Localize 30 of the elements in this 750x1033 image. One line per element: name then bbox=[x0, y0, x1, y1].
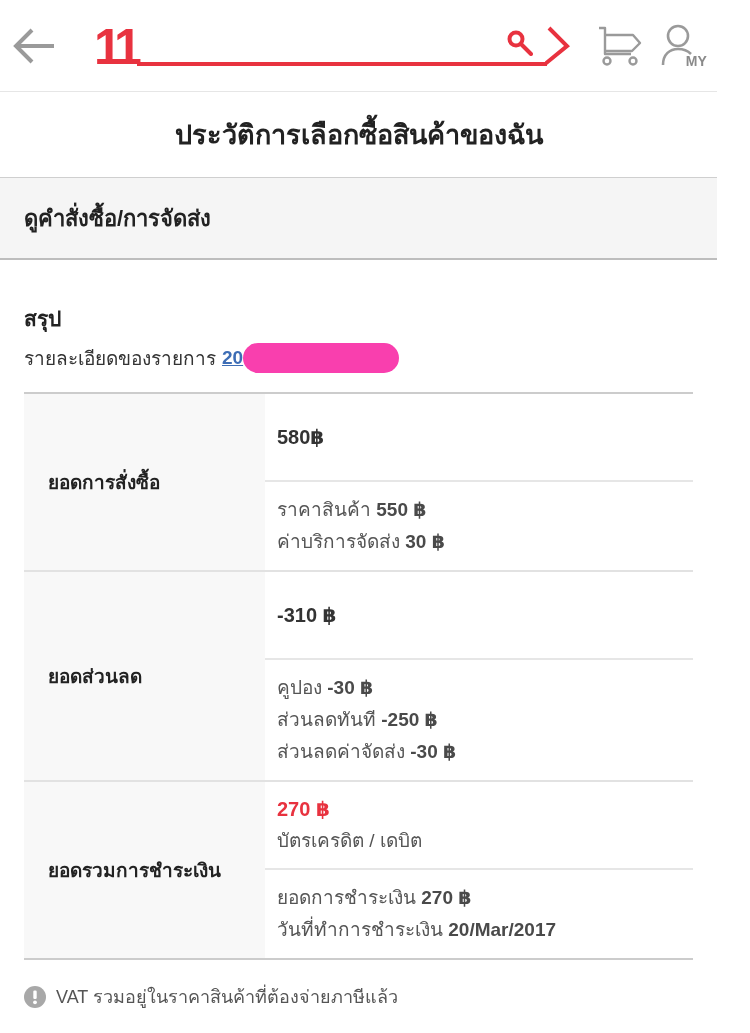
amount-text: -310 ฿ bbox=[277, 603, 338, 628]
row-label-cell: ยอดส่วนลด bbox=[24, 572, 265, 780]
detail-text: คูปอง -30 ฿ bbox=[277, 676, 375, 701]
cart-button[interactable] bbox=[596, 24, 643, 67]
page-title: ประวัติการเลือกซื้อสินค้าของฉัน bbox=[0, 92, 717, 177]
detail-text: วันที่ทำการชำระเงิน 20/Mar/2017 bbox=[277, 914, 693, 946]
summary-heading: สรุป bbox=[24, 306, 62, 334]
detail-text: ส่วนลดทันที -250 ฿ bbox=[277, 708, 439, 732]
logo-text[interactable]: 11 bbox=[94, 27, 137, 66]
section-heading: ดูคำสั่งซื้อ/การจัดส่ง bbox=[0, 177, 717, 260]
row-label-cell: ยอดการสั่งซื้อ bbox=[24, 394, 265, 570]
order-detail-label: รายละเอียดของรายการ bbox=[24, 347, 216, 371]
payment-method-text: บัตรเครดิต / เดบิต bbox=[277, 829, 423, 853]
search-icon bbox=[506, 29, 533, 56]
amount-text: 270 ฿ bbox=[277, 797, 331, 822]
detail-text: ค่าบริการจัดส่ง 30 ฿ bbox=[277, 530, 446, 554]
amount-text: 580฿ bbox=[277, 425, 326, 450]
detail-text: ยอดการชำระเงิน 270 ฿ bbox=[277, 886, 473, 910]
note-text: VAT รวมอยู่ในราคาสินค้าที่ต้องจ่ายภาษีแล้ว bbox=[56, 982, 398, 1011]
back-button[interactable] bbox=[12, 26, 56, 65]
order-number-link[interactable]: 20 bbox=[222, 347, 244, 369]
search-field[interactable] bbox=[136, 29, 547, 66]
detail-text: ราคาสินค้า 550 ฿ bbox=[277, 498, 428, 522]
chevron-right-icon bbox=[544, 25, 571, 66]
arrow-left-icon bbox=[12, 26, 56, 65]
exclamation-circle-icon bbox=[24, 985, 46, 1008]
detail-text: ส่วนลดค่าจัดส่ง -30 ฿ bbox=[277, 740, 458, 764]
row-label-cell: ยอดรวมการชำระเงิน bbox=[24, 782, 265, 958]
account-button[interactable]: MY bbox=[660, 23, 707, 68]
cart-icon bbox=[596, 24, 643, 67]
